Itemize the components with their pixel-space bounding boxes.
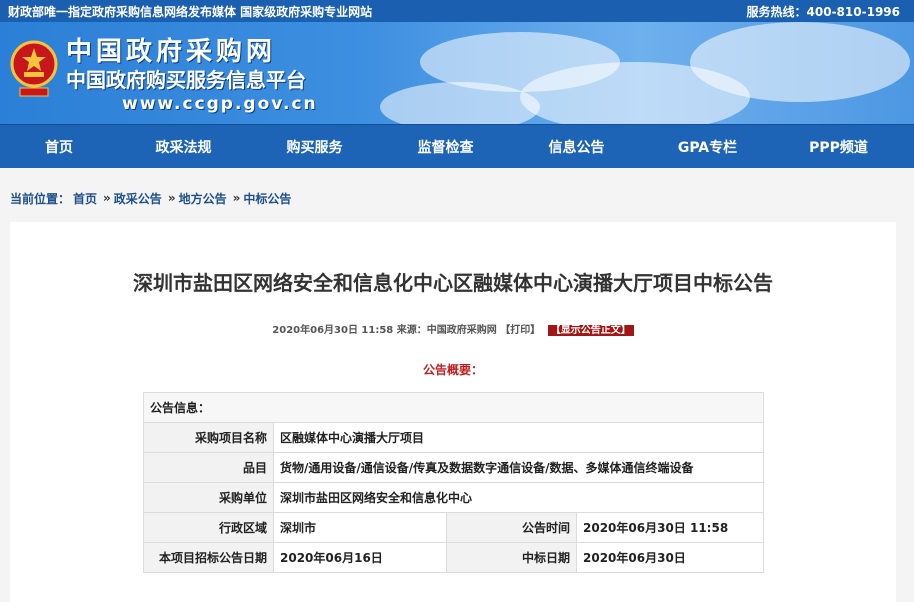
breadcrumb: 当前位置： 首页 » 政采公告 » 地方公告 » 中标公告 [0, 168, 914, 228]
article-meta: 2020年06月30日 11:58 来源：中国政府采购网 【打印】 【显示公告正… [10, 321, 896, 336]
table-row: 本项目招标公告日期 2020年06月16日 中标日期 2020年06月30日 [143, 542, 764, 573]
region-value: 深圳市 [273, 512, 447, 543]
bid-date-label: 本项目招标公告日期 [143, 542, 274, 573]
breadcrumb-prefix: 当前位置： [10, 191, 71, 206]
pub-time-label: 公告时间 [446, 512, 577, 543]
breadcrumb-separator: » [103, 191, 111, 205]
article-card: 深圳市盐田区网络安全和信息化中心区融媒体中心演播大厅项目中标公告 2020年06… [10, 222, 896, 602]
breadcrumb-home[interactable]: 首页 [73, 190, 97, 207]
breadcrumb-award[interactable]: 中标公告 [243, 190, 291, 207]
site-slogan: 财政部唯一指定政府采购信息网络发布媒体 国家级政府采购专业网站 [8, 4, 373, 19]
main-nav: 首页 政采法规 购买服务 监督检查 信息公告 GPA专栏 PPP频道 [0, 124, 914, 168]
category-label: 品目 [143, 452, 274, 483]
region-label: 行政区域 [143, 512, 274, 543]
show-full-text-button[interactable]: 【显示公告正文】 [547, 325, 634, 336]
nav-gpa[interactable]: GPA专栏 [642, 137, 773, 157]
service-hotline: 服务热线：400-810-1996 [746, 4, 900, 19]
nav-ppp[interactable]: PPP频道 [773, 137, 904, 157]
nav-purchase-services[interactable]: 购买服务 [249, 137, 380, 157]
award-date-value: 2020年06月30日 [576, 542, 764, 573]
nav-regulations[interactable]: 政采法规 [118, 137, 249, 157]
table-row: 行政区域 深圳市 公告时间 2020年06月30日 11:58 [143, 512, 764, 543]
nav-announcements[interactable]: 信息公告 [511, 137, 642, 157]
table-header: 公告信息： [143, 392, 764, 423]
announcement-info-table: 公告信息： 采购项目名称 区融媒体中心演播大厅项目 品目 货物/通用设备/通信设… [143, 392, 764, 573]
national-emblem-icon [10, 40, 58, 97]
top-info-bar: 财政部唯一指定政府采购信息网络发布媒体 国家级政府采购专业网站 服务热线：400… [0, 0, 914, 22]
breadcrumb-separator: » [167, 191, 176, 205]
table-row: 采购单位 深圳市盐田区网络安全和信息化中心 [143, 482, 764, 513]
table-row: 公告信息： [143, 392, 764, 423]
article-title: 深圳市盐田区网络安全和信息化中心区融媒体中心演播大厅项目中标公告 [133, 271, 773, 295]
award-date-label: 中标日期 [446, 542, 577, 573]
nav-home[interactable]: 首页 [0, 137, 118, 157]
breadcrumb-procurement[interactable]: 政采公告 [114, 190, 162, 207]
brand-title: 中国政府采购网 [66, 37, 277, 67]
breadcrumb-separator: » [232, 191, 241, 205]
table-row: 品目 货物/通用设备/通信设备/传真及数据数字通信设备/数据、多媒体通信终端设备 [143, 452, 764, 483]
category-value: 货物/通用设备/通信设备/传真及数据数字通信设备/数据、多媒体通信终端设备 [273, 452, 764, 483]
pub-time-value: 2020年06月30日 11:58 [576, 512, 764, 543]
article-meta-text: 2020年06月30日 11:58 来源：中国政府采购网 【打印】 [272, 325, 541, 336]
buyer-label: 采购单位 [143, 482, 274, 513]
brand-subtitle: 中国政府购买服务信息平台 [66, 68, 306, 92]
project-name-value: 区融媒体中心演播大厅项目 [273, 422, 764, 453]
bid-date-value: 2020年06月16日 [273, 542, 447, 573]
buyer-value: 深圳市盐田区网络安全和信息化中心 [273, 482, 764, 513]
breadcrumb-local[interactable]: 地方公告 [179, 190, 227, 207]
nav-supervision[interactable]: 监督检查 [380, 137, 511, 157]
table-row: 采购项目名称 区融媒体中心演播大厅项目 [143, 422, 764, 453]
brand-url: www.ccgp.gov.cn [122, 94, 318, 114]
project-name-label: 采购项目名称 [143, 422, 274, 453]
site-banner: 中国政府采购网 中国政府购买服务信息平台 www.ccgp.gov.cn [0, 22, 914, 124]
summary-heading: 公告概要： [422, 363, 483, 377]
